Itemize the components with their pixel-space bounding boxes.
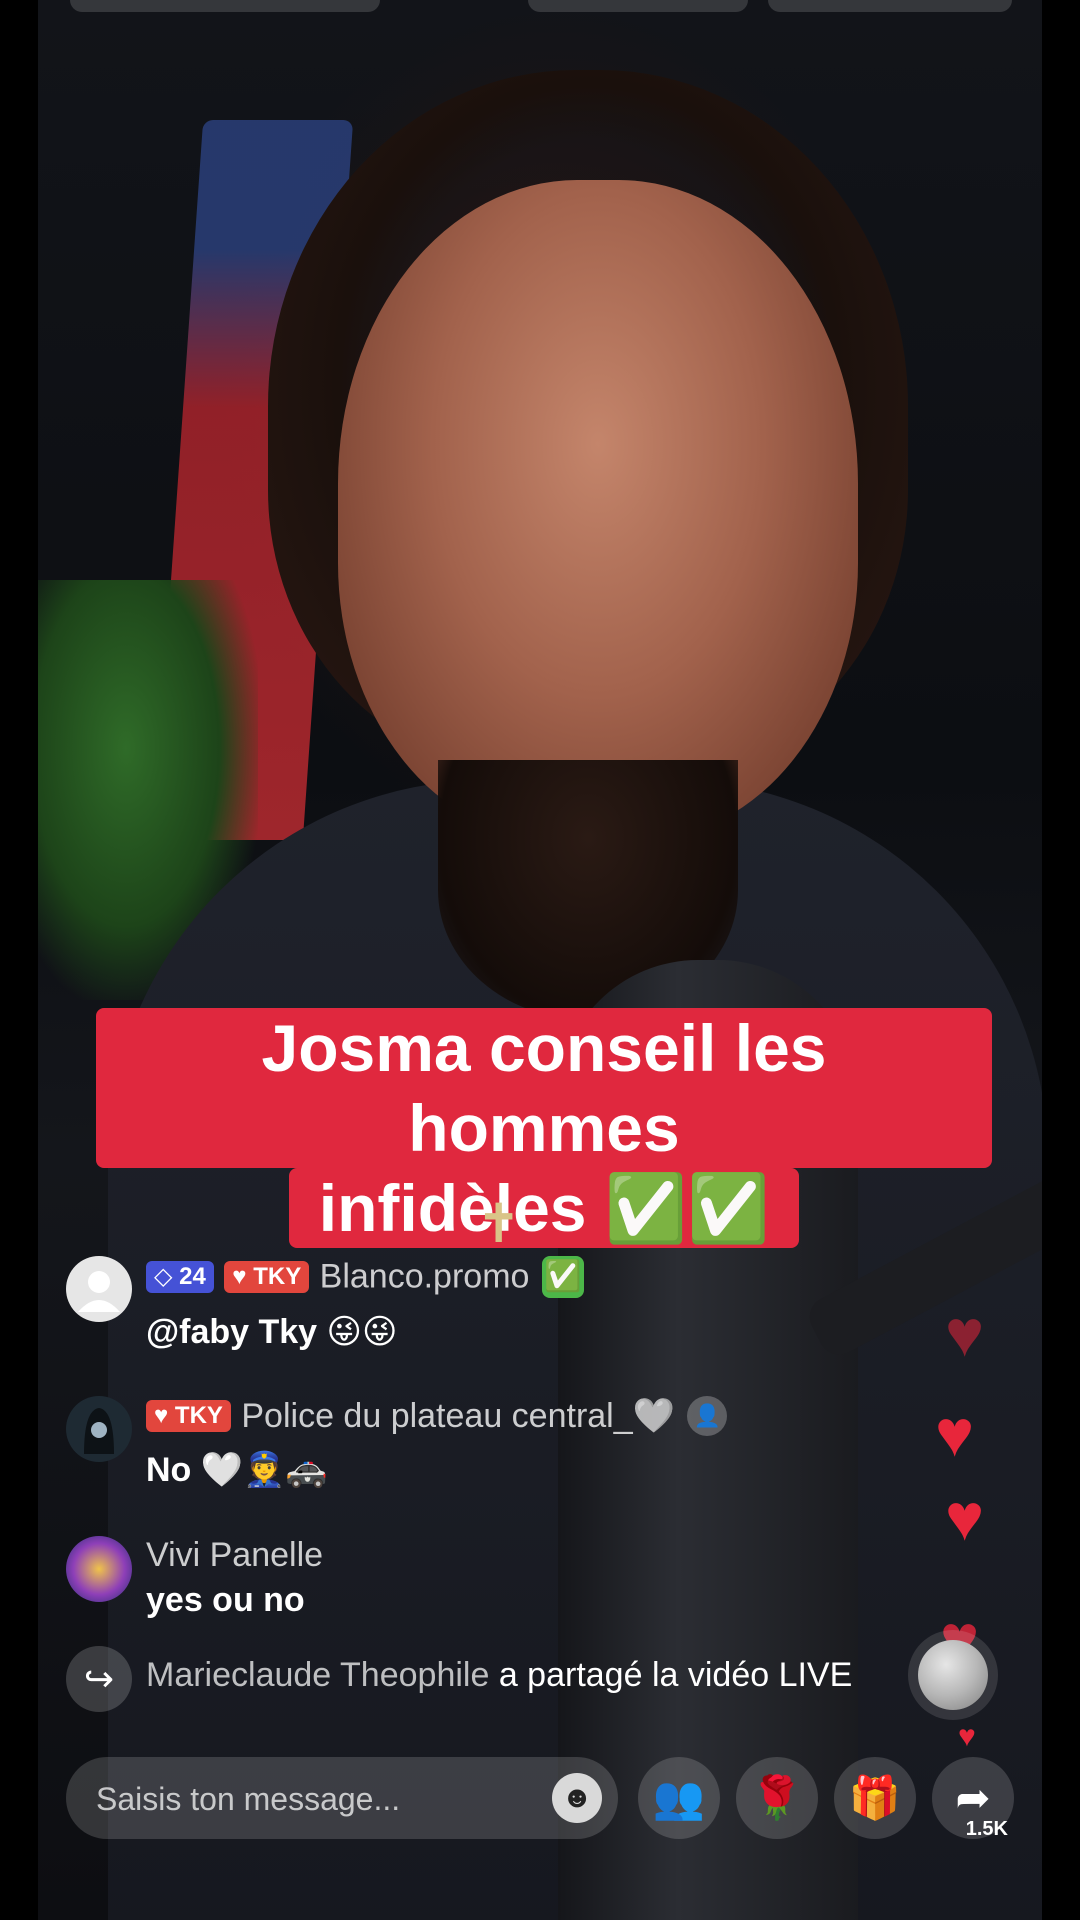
streamer-face xyxy=(338,180,858,840)
caption-text: infidèles xyxy=(318,1171,587,1245)
rose-icon: 🌹 xyxy=(750,1774,804,1821)
default-avatar-icon[interactable] xyxy=(66,1256,132,1322)
guests-icon: 👥 xyxy=(652,1774,706,1821)
floating-heart-icon: ♥ xyxy=(945,1480,985,1554)
chat-header: ◇ 24 ♥ TKY Blanco.promo ✅ xyxy=(146,1256,946,1298)
level-badge: ◇ 24 xyxy=(146,1261,214,1293)
chat-header: ♥ TKY Police du plateau central_🤍 👤 xyxy=(146,1396,946,1436)
share-icon: ➦ xyxy=(955,1774,991,1821)
caption-line-2: infidèles ✅✅ xyxy=(288,1168,800,1248)
floating-heart-icon: ♥ xyxy=(945,1296,985,1370)
cross-pendant-icon: ✝ xyxy=(476,1194,522,1254)
gift-icon: 🎁 xyxy=(848,1774,902,1821)
share-arrow-icon: ↪ xyxy=(66,1646,132,1712)
message-bar[interactable]: ☻ xyxy=(66,1757,618,1841)
top-info-pill[interactable] xyxy=(70,0,380,12)
share-action: a partagé la vidéo LIVE xyxy=(498,1656,853,1694)
caption-emoji: ✅✅ xyxy=(604,1171,770,1245)
chat-message[interactable]: ◇ 24 ♥ TKY Blanco.promo ✅ @faby Tky 😜😜 xyxy=(66,1256,946,1366)
like-tap-orb[interactable] xyxy=(918,1640,988,1710)
share-notice-text: Marieclaude Theophile a partagé la vidéo… xyxy=(146,1656,852,1695)
chat-username[interactable]: Blanco.promo xyxy=(320,1258,530,1296)
guests-button[interactable]: 👥 xyxy=(638,1757,720,1839)
gift-button[interactable]: 🎁 xyxy=(834,1757,916,1839)
add-friend-icon[interactable]: 👤 xyxy=(687,1396,728,1436)
share-username[interactable]: Marieclaude Theophile xyxy=(146,1656,489,1694)
chat-username[interactable]: Vivi Panelle xyxy=(146,1536,323,1574)
rose-gift-button[interactable]: 🌹 xyxy=(736,1757,818,1839)
chat-message[interactable]: Vivi Panelle yes ou no xyxy=(66,1536,946,1636)
top-info-pill[interactable] xyxy=(768,0,1012,12)
chat-text: No 🤍👮🚓 xyxy=(146,1451,328,1489)
chat-header: Vivi Panelle xyxy=(146,1536,946,1575)
floating-heart-icon: ♥ xyxy=(935,1396,975,1470)
floating-heart-icon: ♥ xyxy=(958,1720,976,1753)
team-badge: ♥ TKY xyxy=(224,1261,310,1293)
chat-text: @faby Tky 😜😜 xyxy=(146,1313,398,1351)
share-count: 1.5K xyxy=(965,1818,1008,1840)
hooded-avatar-icon[interactable] xyxy=(66,1396,132,1462)
live-chat: ◇ 24 ♥ TKY Blanco.promo ✅ @faby Tky 😜😜 ♥… xyxy=(66,1256,946,1636)
heart-avatar-icon[interactable] xyxy=(66,1536,132,1602)
caption-line-1: Josma conseil les hommes xyxy=(96,1008,992,1168)
message-input[interactable] xyxy=(94,1757,518,1841)
chat-message[interactable]: ♥ TKY Police du plateau central_🤍 👤 No 🤍… xyxy=(66,1396,946,1536)
chat-username[interactable]: Police du plateau central_🤍 xyxy=(241,1397,675,1435)
share-button[interactable]: ➦ 1.5K xyxy=(932,1757,1014,1840)
video-caption: Josma conseil les hommes infidèles ✅✅ xyxy=(96,1008,992,1248)
team-badge: ♥ TKY xyxy=(146,1400,231,1432)
emoji-icon[interactable]: ☻ xyxy=(552,1773,602,1823)
check-icon: ✅ xyxy=(541,1256,584,1298)
chat-text: yes ou no xyxy=(146,1581,305,1619)
top-info-pill[interactable] xyxy=(528,0,748,12)
share-notice: ↪ Marieclaude Theophile a partagé la vid… xyxy=(66,1646,966,1712)
